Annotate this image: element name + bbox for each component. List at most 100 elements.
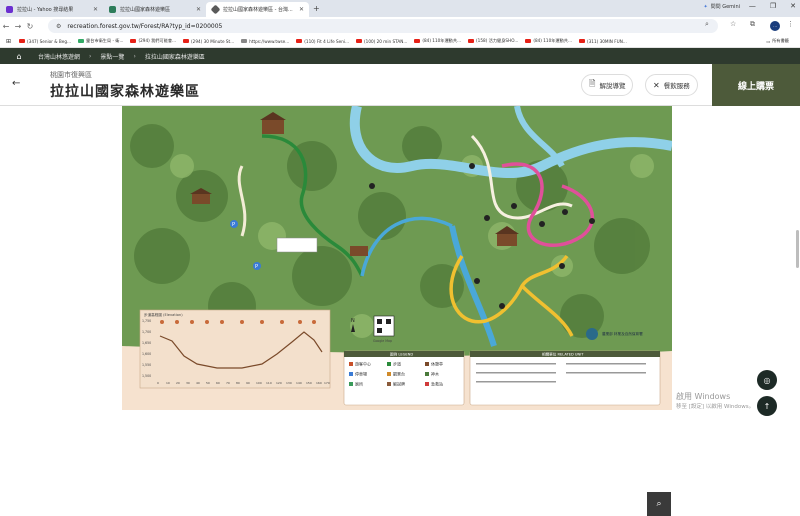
zoom-icon[interactable]: ⌕ bbox=[705, 20, 709, 29]
svg-text:P: P bbox=[255, 264, 258, 270]
svg-text:1,700: 1,700 bbox=[142, 330, 151, 334]
legend-panel bbox=[343, 350, 465, 406]
tab-label: 拉拉山國家森林遊樂區 - 台灣... bbox=[223, 7, 293, 13]
breadcrumb-item[interactable]: 拉拉山國家森林遊樂區 bbox=[145, 52, 205, 61]
bookmark-item[interactable]: (110) Fit 4 Life Seni... bbox=[296, 39, 349, 44]
scrollbar[interactable] bbox=[796, 230, 799, 268]
menu-icon[interactable]: ⋮ bbox=[787, 20, 794, 28]
bookmark-item[interactable]: (100) 20 min STAN... bbox=[356, 39, 407, 44]
breadcrumb-item[interactable]: 台灣山林悠遊網 bbox=[38, 52, 80, 61]
bookmark-item[interactable]: https://www.twse... bbox=[241, 39, 289, 44]
dining-label: 餐飲服務 bbox=[663, 82, 690, 90]
svg-text:160: 160 bbox=[316, 381, 322, 385]
bookmark-label: (110) Fit 4 Life Seni... bbox=[304, 38, 350, 44]
home-icon[interactable]: ⌂ bbox=[0, 52, 38, 61]
bookmark-label: (294) 我們可能會... bbox=[138, 38, 177, 43]
svg-text:廁所: 廁所 bbox=[355, 381, 363, 387]
bookmark-label: (347) Senior & Beg... bbox=[27, 38, 71, 44]
tab-label: 拉拉山 - Yahoo 搜尋結果 bbox=[17, 7, 74, 13]
url-field[interactable]: ⚙ recreation.forest.gov.tw/Forest/RA?typ… bbox=[48, 19, 718, 33]
close-icon[interactable]: ✕ bbox=[196, 6, 201, 13]
svg-text:停車場: 停車場 bbox=[355, 371, 367, 377]
watermark-line2: 移至 [設定] 以啟用 Windows。 bbox=[676, 404, 755, 410]
gemini-label: 問問 Gemini bbox=[710, 4, 740, 10]
svg-text:100: 100 bbox=[256, 381, 262, 385]
tab-label: 拉拉山國家森林遊樂區 bbox=[120, 7, 171, 13]
legend-title: 圖例 LEGEND bbox=[390, 352, 413, 357]
close-icon[interactable]: ✕ bbox=[299, 6, 304, 13]
back-arrow-icon[interactable]: ← bbox=[12, 78, 20, 89]
search-button[interactable]: ⌕ bbox=[647, 492, 671, 516]
all-bookmarks-button[interactable]: ▭ 所有書籤 bbox=[766, 38, 789, 44]
audio-guide-label: 解說導覽 bbox=[599, 82, 626, 90]
svg-text:170: 170 bbox=[324, 381, 330, 385]
info-fab[interactable]: ◎ bbox=[757, 370, 777, 390]
svg-text:30: 30 bbox=[186, 381, 190, 385]
page-header: ← 桃園市復興區 拉拉山國家森林遊樂區 🗎 解說導覽 ✕ 餐飲服務 線上購票 bbox=[0, 64, 800, 106]
star-icon[interactable]: ☆ bbox=[730, 20, 736, 28]
svg-text:觀景台: 觀景台 bbox=[393, 371, 405, 377]
svg-text:1,550: 1,550 bbox=[142, 363, 151, 367]
profile-avatar[interactable]: ⋯ bbox=[770, 21, 780, 31]
related-units-panel bbox=[469, 350, 661, 406]
chevron-right-icon: › bbox=[133, 52, 136, 60]
gemini-button[interactable]: ✦ 問問 Gemini bbox=[703, 3, 740, 11]
minimize-icon[interactable]: — bbox=[749, 2, 756, 10]
back-to-top-button[interactable]: ↑ bbox=[757, 396, 777, 416]
bookmark-item[interactable]: (311) 30MIN FUN... bbox=[579, 39, 627, 44]
close-window-icon[interactable]: ✕ bbox=[790, 2, 796, 10]
bookmark-item[interactable]: (294) 我們可能會... bbox=[130, 38, 176, 44]
bookmark-item[interactable]: (294) 30 Minute St... bbox=[183, 39, 234, 44]
forward-icon[interactable]: → bbox=[12, 22, 24, 31]
youtube-icon bbox=[579, 39, 585, 43]
related-units-title: 相關單位 RELATED UNIT bbox=[542, 352, 584, 357]
trail-map[interactable]: P P 步道高程圖 (Elevation) 1,750 1,700 1,650 … bbox=[122, 106, 672, 410]
svg-text:130: 130 bbox=[286, 381, 292, 385]
bookmark-item[interactable]: (84) 110年運動共... bbox=[525, 38, 572, 44]
bookmark-item[interactable]: 靈台市衛生局 - 衛... bbox=[78, 38, 123, 44]
main-content: P P 步道高程圖 (Elevation) 1,750 1,700 1,650 … bbox=[0, 106, 800, 516]
apps-icon[interactable]: ⊞ bbox=[6, 38, 11, 45]
bookmark-label: (294) 30 Minute St... bbox=[191, 38, 235, 44]
dining-button[interactable]: ✕ 餐飲服務 bbox=[645, 74, 698, 96]
youtube-icon bbox=[356, 39, 363, 43]
page-title: 拉拉山國家森林遊樂區 bbox=[50, 84, 200, 100]
back-icon[interactable]: ← bbox=[0, 22, 12, 31]
svg-text:1,750: 1,750 bbox=[142, 319, 151, 323]
new-tab-icon[interactable]: + bbox=[313, 4, 320, 13]
bookmark-item[interactable]: (84) 110年運動共... bbox=[414, 38, 461, 44]
bookmark-item[interactable]: (158) 活力健身SHO... bbox=[468, 38, 518, 44]
svg-text:P: P bbox=[232, 222, 235, 228]
svg-text:150: 150 bbox=[306, 381, 312, 385]
bookmark-label: 靈台市衛生局 - 衛... bbox=[86, 38, 124, 43]
site-info-icon[interactable]: ⚙ bbox=[56, 23, 61, 30]
site-favicon-icon bbox=[210, 4, 221, 15]
buy-ticket-label: 線上購票 bbox=[737, 81, 774, 92]
info-icon: ◎ bbox=[763, 375, 771, 385]
window-controls: — ❐ ✕ bbox=[749, 2, 796, 10]
trail-map-illustration: P P 步道高程圖 (Elevation) 1,750 1,700 1,650 … bbox=[122, 106, 672, 410]
forest-favicon-icon bbox=[109, 6, 116, 13]
close-icon[interactable]: ✕ bbox=[93, 6, 98, 13]
bookmark-item[interactable]: (347) Senior & Beg... bbox=[19, 39, 71, 44]
tab-forest[interactable]: 拉拉山國家森林遊樂區 ✕ bbox=[103, 2, 206, 17]
svg-text:90: 90 bbox=[246, 381, 250, 385]
bookmark-label: (100) 20 min STAN... bbox=[364, 38, 408, 44]
tab-forest-active[interactable]: 拉拉山國家森林遊樂區 - 台灣... ✕ bbox=[206, 2, 309, 17]
svg-text:60: 60 bbox=[216, 381, 220, 385]
youtube-icon bbox=[525, 39, 532, 43]
svg-text:50: 50 bbox=[206, 381, 210, 385]
site-icon bbox=[78, 39, 84, 43]
url-text: recreation.forest.gov.tw/Forest/RA?typ_i… bbox=[67, 22, 223, 30]
svg-text:急救站: 急救站 bbox=[431, 381, 443, 387]
audio-guide-button[interactable]: 🗎 解說導覽 bbox=[581, 74, 634, 96]
svg-text:10: 10 bbox=[166, 381, 170, 385]
tab-yahoo[interactable]: 拉拉山 - Yahoo 搜尋結果 ✕ bbox=[0, 2, 103, 17]
buy-ticket-button[interactable]: 線上購票 bbox=[712, 64, 800, 106]
reload-icon[interactable]: ↻ bbox=[24, 22, 36, 31]
maximize-icon[interactable]: ❐ bbox=[770, 2, 776, 10]
breadcrumb-item[interactable]: 景點一覽 bbox=[100, 52, 124, 61]
svg-text:1,600: 1,600 bbox=[142, 352, 151, 356]
extensions-icon[interactable]: ⧉ bbox=[750, 20, 755, 29]
breadcrumb: ⌂ 台灣山林悠遊網 › 景點一覽 › 拉拉山國家森林遊樂區 bbox=[0, 48, 800, 64]
